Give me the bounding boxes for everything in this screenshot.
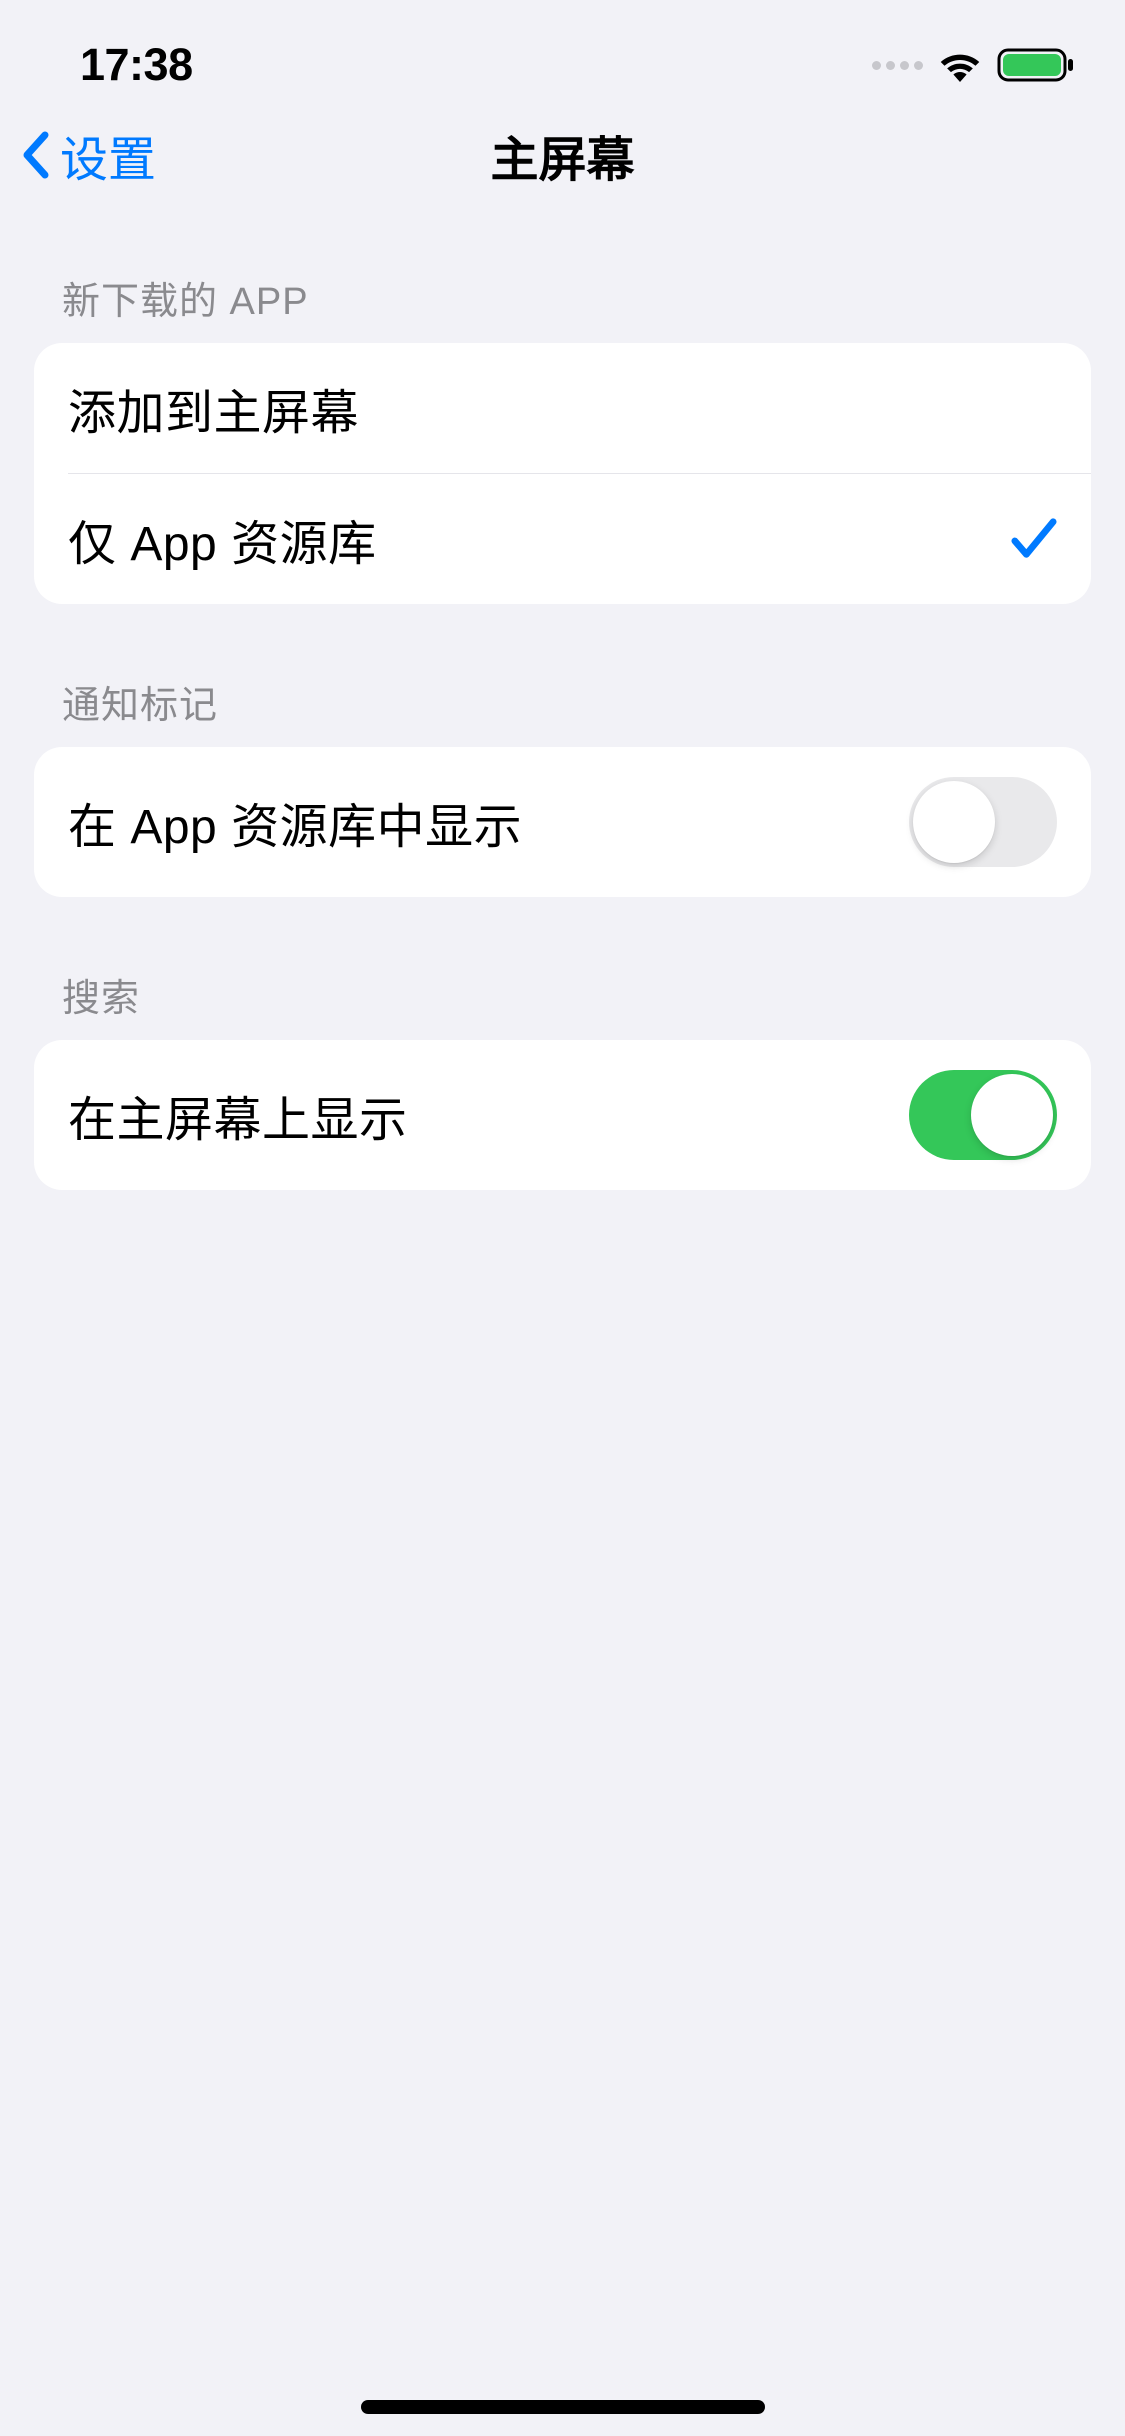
- row-show-on-home: 在主屏幕上显示: [34, 1040, 1091, 1190]
- content: 新下载的 APP 添加到主屏幕 仅 App 资源库 通知标记 在 App 资源库…: [0, 210, 1125, 1190]
- section-header-search: 搜索: [34, 897, 1091, 1040]
- row-label: 在 App 资源库中显示: [68, 787, 522, 857]
- page-title: 主屏幕: [490, 120, 634, 190]
- group-search: 在主屏幕上显示: [34, 1040, 1091, 1190]
- option-app-library-only[interactable]: 仅 App 资源库: [34, 474, 1091, 604]
- toggle-knob: [913, 781, 995, 863]
- home-indicator[interactable]: [361, 2400, 765, 2414]
- group-new-apps: 添加到主屏幕 仅 App 资源库: [34, 343, 1091, 604]
- status-time: 17:38: [80, 39, 193, 91]
- status-bar: 17:38: [0, 0, 1125, 100]
- section-header-new-apps: 新下载的 APP: [34, 270, 1091, 343]
- section-header-badges: 通知标记: [34, 604, 1091, 747]
- row-show-in-app-library: 在 App 资源库中显示: [34, 747, 1091, 897]
- option-label: 添加到主屏幕: [68, 373, 359, 443]
- checkmark-icon: [1011, 517, 1057, 561]
- option-add-to-home[interactable]: 添加到主屏幕: [34, 343, 1091, 473]
- wifi-icon: [937, 48, 983, 82]
- group-badges: 在 App 资源库中显示: [34, 747, 1091, 897]
- option-label: 仅 App 资源库: [68, 504, 377, 574]
- cellular-dots-icon: [872, 61, 923, 70]
- status-indicators: [872, 47, 1075, 83]
- nav-bar: 设置 主屏幕: [0, 100, 1125, 210]
- chevron-left-icon: [20, 131, 50, 179]
- toggle-show-badges-app-library[interactable]: [909, 777, 1057, 867]
- toggle-knob: [971, 1074, 1053, 1156]
- row-label: 在主屏幕上显示: [68, 1080, 408, 1150]
- battery-icon: [997, 47, 1075, 83]
- back-label: 设置: [60, 120, 156, 190]
- toggle-show-search-home[interactable]: [909, 1070, 1057, 1160]
- back-button[interactable]: 设置: [20, 120, 156, 190]
